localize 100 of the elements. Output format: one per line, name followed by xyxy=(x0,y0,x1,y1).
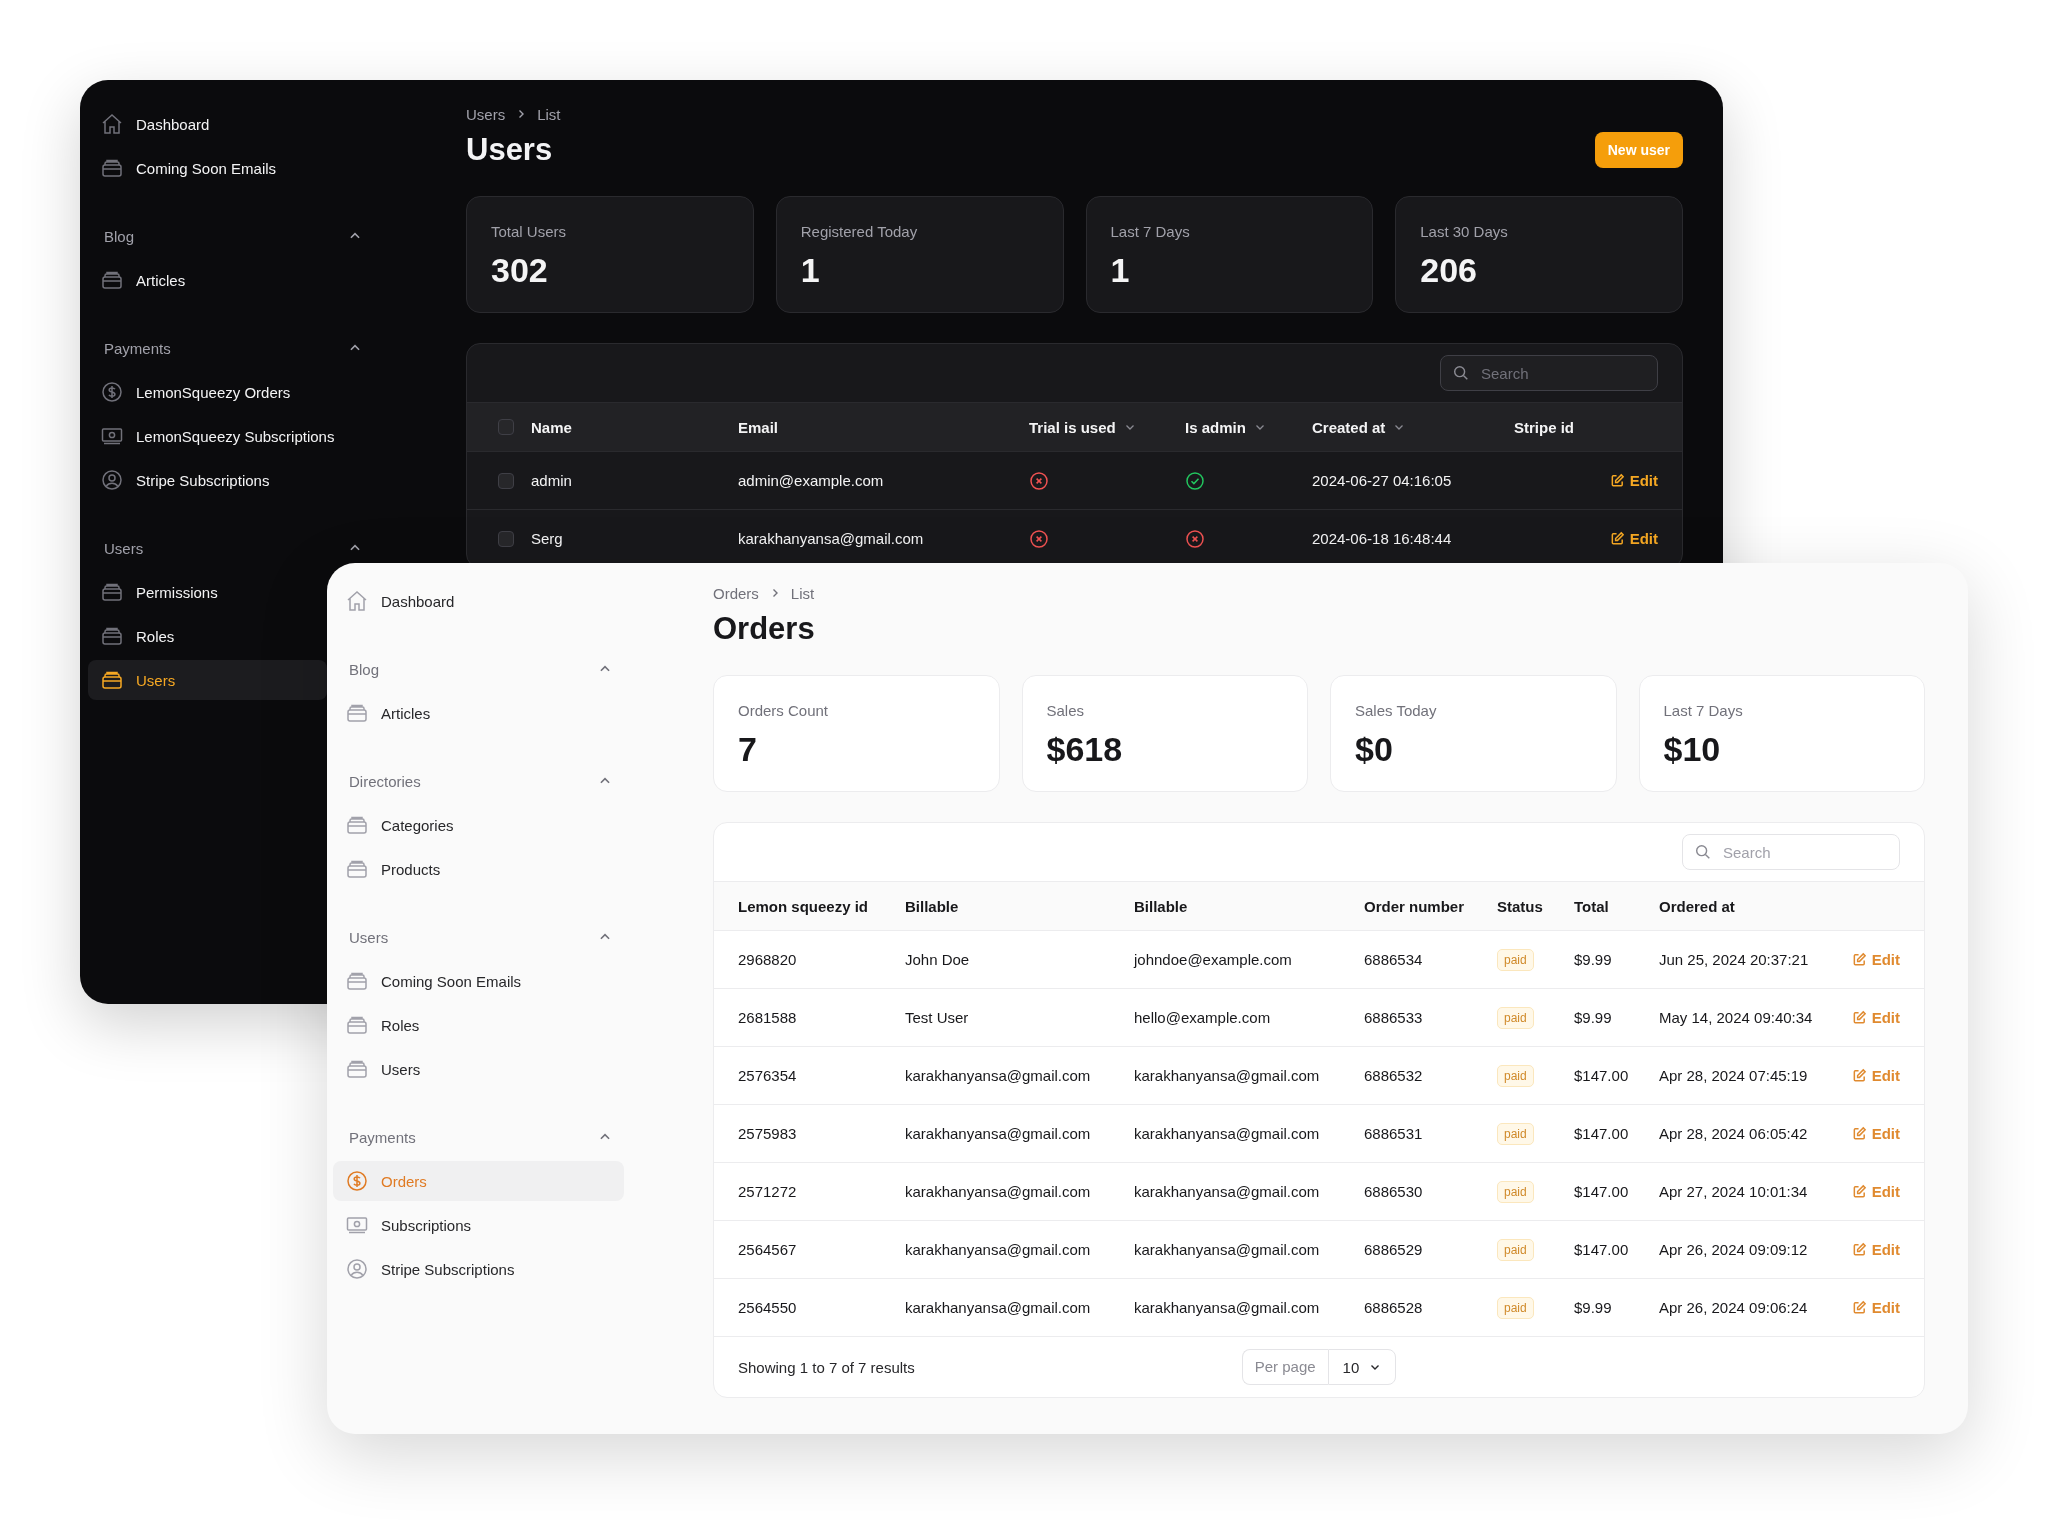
stat-value: $618 xyxy=(1046,729,1124,769)
status-badge: paid xyxy=(1497,1180,1534,1203)
table-cell: 6886533 xyxy=(1364,1009,1423,1026)
column-header[interactable]: Trial is used xyxy=(1029,418,1136,436)
sidebar-item[interactable]: LemonSqueezy Subscriptions xyxy=(88,416,351,456)
page-title: Users xyxy=(466,131,553,169)
table-cell: 6886530 xyxy=(1364,1183,1423,1200)
edit-link[interactable]: Edit xyxy=(1609,530,1658,547)
sidebar-item[interactable]: Stripe Subscriptions xyxy=(333,1249,624,1289)
table-cell: Serg xyxy=(531,530,563,547)
column-header: Stripe id xyxy=(1514,418,1574,436)
breadcrumb-link[interactable]: List xyxy=(790,584,815,602)
pencil-square-icon xyxy=(1851,1242,1867,1257)
table-cell: May 14, 2024 09:40:34 xyxy=(1659,1009,1813,1026)
table-cell: karakhanyansa@gmail.com xyxy=(738,530,924,547)
column-header: Billable xyxy=(1134,897,1188,915)
sidebar-item[interactable]: Users xyxy=(333,1049,624,1089)
column-header: Email xyxy=(738,418,779,436)
table-cell: karakhanyansa@gmail.com xyxy=(905,1183,1091,1200)
sidebar-item[interactable]: Coming Soon Emails xyxy=(88,148,293,188)
checkbox[interactable] xyxy=(498,419,514,435)
stat-label: Last 7 Days xyxy=(1663,702,1744,719)
column-header: Status xyxy=(1497,897,1543,915)
table-cell: $9.99 xyxy=(1574,951,1612,968)
sidebar-item[interactable]: Articles xyxy=(333,693,624,733)
table-cell: 2564550 xyxy=(738,1299,797,1316)
stat-label: Registered Today xyxy=(800,223,919,240)
table-cell: 6886531 xyxy=(1364,1125,1423,1142)
table-cell: $147.00 xyxy=(1574,1183,1629,1200)
status-badge: paid xyxy=(1497,1006,1534,1029)
table-cell: 2575983 xyxy=(738,1125,797,1142)
pencil-square-icon xyxy=(1851,1184,1867,1199)
sidebar-item[interactable]: Subscriptions xyxy=(333,1205,624,1245)
pencil-square-icon xyxy=(1851,952,1867,967)
sidebar-item[interactable]: Permissions xyxy=(88,572,234,612)
table-cell: karakhanyansa@gmail.com xyxy=(905,1067,1091,1084)
table-cell: 2681588 xyxy=(738,1009,797,1026)
sidebar-item[interactable]: Roles xyxy=(88,616,191,656)
breadcrumb-link[interactable]: Users xyxy=(466,105,506,123)
column-header[interactable]: Is admin xyxy=(1185,418,1266,436)
edit-link[interactable]: Edit xyxy=(1609,472,1658,489)
sidebar-item[interactable]: LemonSqueezy Orders xyxy=(88,372,307,412)
column-header: Order number xyxy=(1364,897,1465,915)
sidebar-item[interactable]: Roles xyxy=(333,1005,624,1045)
sidebar-item[interactable]: Stripe Subscriptions xyxy=(88,460,286,500)
pencil-square-icon xyxy=(1851,1126,1867,1141)
search-field[interactable]: Search xyxy=(1440,355,1658,391)
table-cell: 2024-06-18 16:48:44 xyxy=(1312,530,1452,547)
sidebar-item[interactable]: Products xyxy=(333,849,624,889)
table-cell: karakhanyansa@gmail.com xyxy=(905,1241,1091,1258)
table-cell: $147.00 xyxy=(1574,1067,1629,1084)
column-header: Total xyxy=(1574,897,1609,915)
pencil-square-icon xyxy=(1851,1300,1867,1315)
column-header: Lemon squeezy id xyxy=(738,897,869,915)
status-badge: paid xyxy=(1497,1238,1534,1261)
stat-label: Sales xyxy=(1046,702,1086,719)
group-label: Users xyxy=(349,928,389,946)
stat-label: Sales Today xyxy=(1355,702,1438,719)
results-summary: Showing 1 to 7 of 7 results xyxy=(738,1358,916,1376)
table-cell: 2571272 xyxy=(738,1183,797,1200)
page-title: Orders xyxy=(713,610,815,648)
table-cell: 6886529 xyxy=(1364,1241,1423,1258)
table-cell: 2968820 xyxy=(738,951,797,968)
dollar-circle-icon xyxy=(100,380,124,404)
pencil-square-icon xyxy=(1851,1010,1867,1025)
table-cell: 2576354 xyxy=(738,1067,797,1084)
sidebar-item[interactable]: Dashboard xyxy=(88,104,226,144)
table-cell: karakhanyansa@gmail.com xyxy=(1134,1067,1320,1084)
stat-label: Last 7 Days xyxy=(1110,223,1191,240)
sidebar-item[interactable]: Dashboard xyxy=(333,581,624,621)
group-label: Directories xyxy=(349,772,421,790)
house-icon xyxy=(345,589,369,613)
table-cell: $147.00 xyxy=(1574,1125,1629,1142)
table-cell: Apr 27, 2024 10:01:34 xyxy=(1659,1183,1808,1200)
group-label: Blog xyxy=(349,660,380,678)
sidebar-item[interactable]: Coming Soon Emails xyxy=(333,961,624,1001)
table-cell: 6886528 xyxy=(1364,1299,1423,1316)
per-page-select[interactable]: 10 xyxy=(1327,1349,1397,1385)
search-icon xyxy=(1694,843,1712,861)
user-circle-icon xyxy=(345,1257,369,1281)
pencil-square-icon xyxy=(1609,473,1625,488)
table-cell: hello@example.com xyxy=(1134,1009,1271,1026)
column-header[interactable]: Created at xyxy=(1312,418,1406,436)
table-cell: 2564567 xyxy=(738,1241,797,1258)
table-cell: karakhanyansa@gmail.com xyxy=(1134,1125,1320,1142)
table-cell: 2024-06-27 04:16:05 xyxy=(1312,472,1452,489)
sidebar-item[interactable]: Categories xyxy=(333,805,624,845)
sidebar-item[interactable]: Articles xyxy=(88,260,202,300)
breadcrumb-link[interactable]: List xyxy=(537,105,561,123)
checkbox[interactable] xyxy=(498,530,514,547)
breadcrumb-link[interactable]: Orders xyxy=(713,584,759,602)
checkbox[interactable] xyxy=(498,472,514,489)
table-cell: admin xyxy=(531,472,572,489)
sidebar-item[interactable]: Users xyxy=(88,660,327,700)
per-page-label: Per page xyxy=(1241,1349,1328,1385)
search-icon xyxy=(1452,364,1470,382)
status-badge: paid xyxy=(1497,1064,1534,1087)
status-badge: paid xyxy=(1497,1296,1534,1319)
table-cell: $9.99 xyxy=(1574,1299,1612,1316)
column-header: Name xyxy=(531,418,572,436)
